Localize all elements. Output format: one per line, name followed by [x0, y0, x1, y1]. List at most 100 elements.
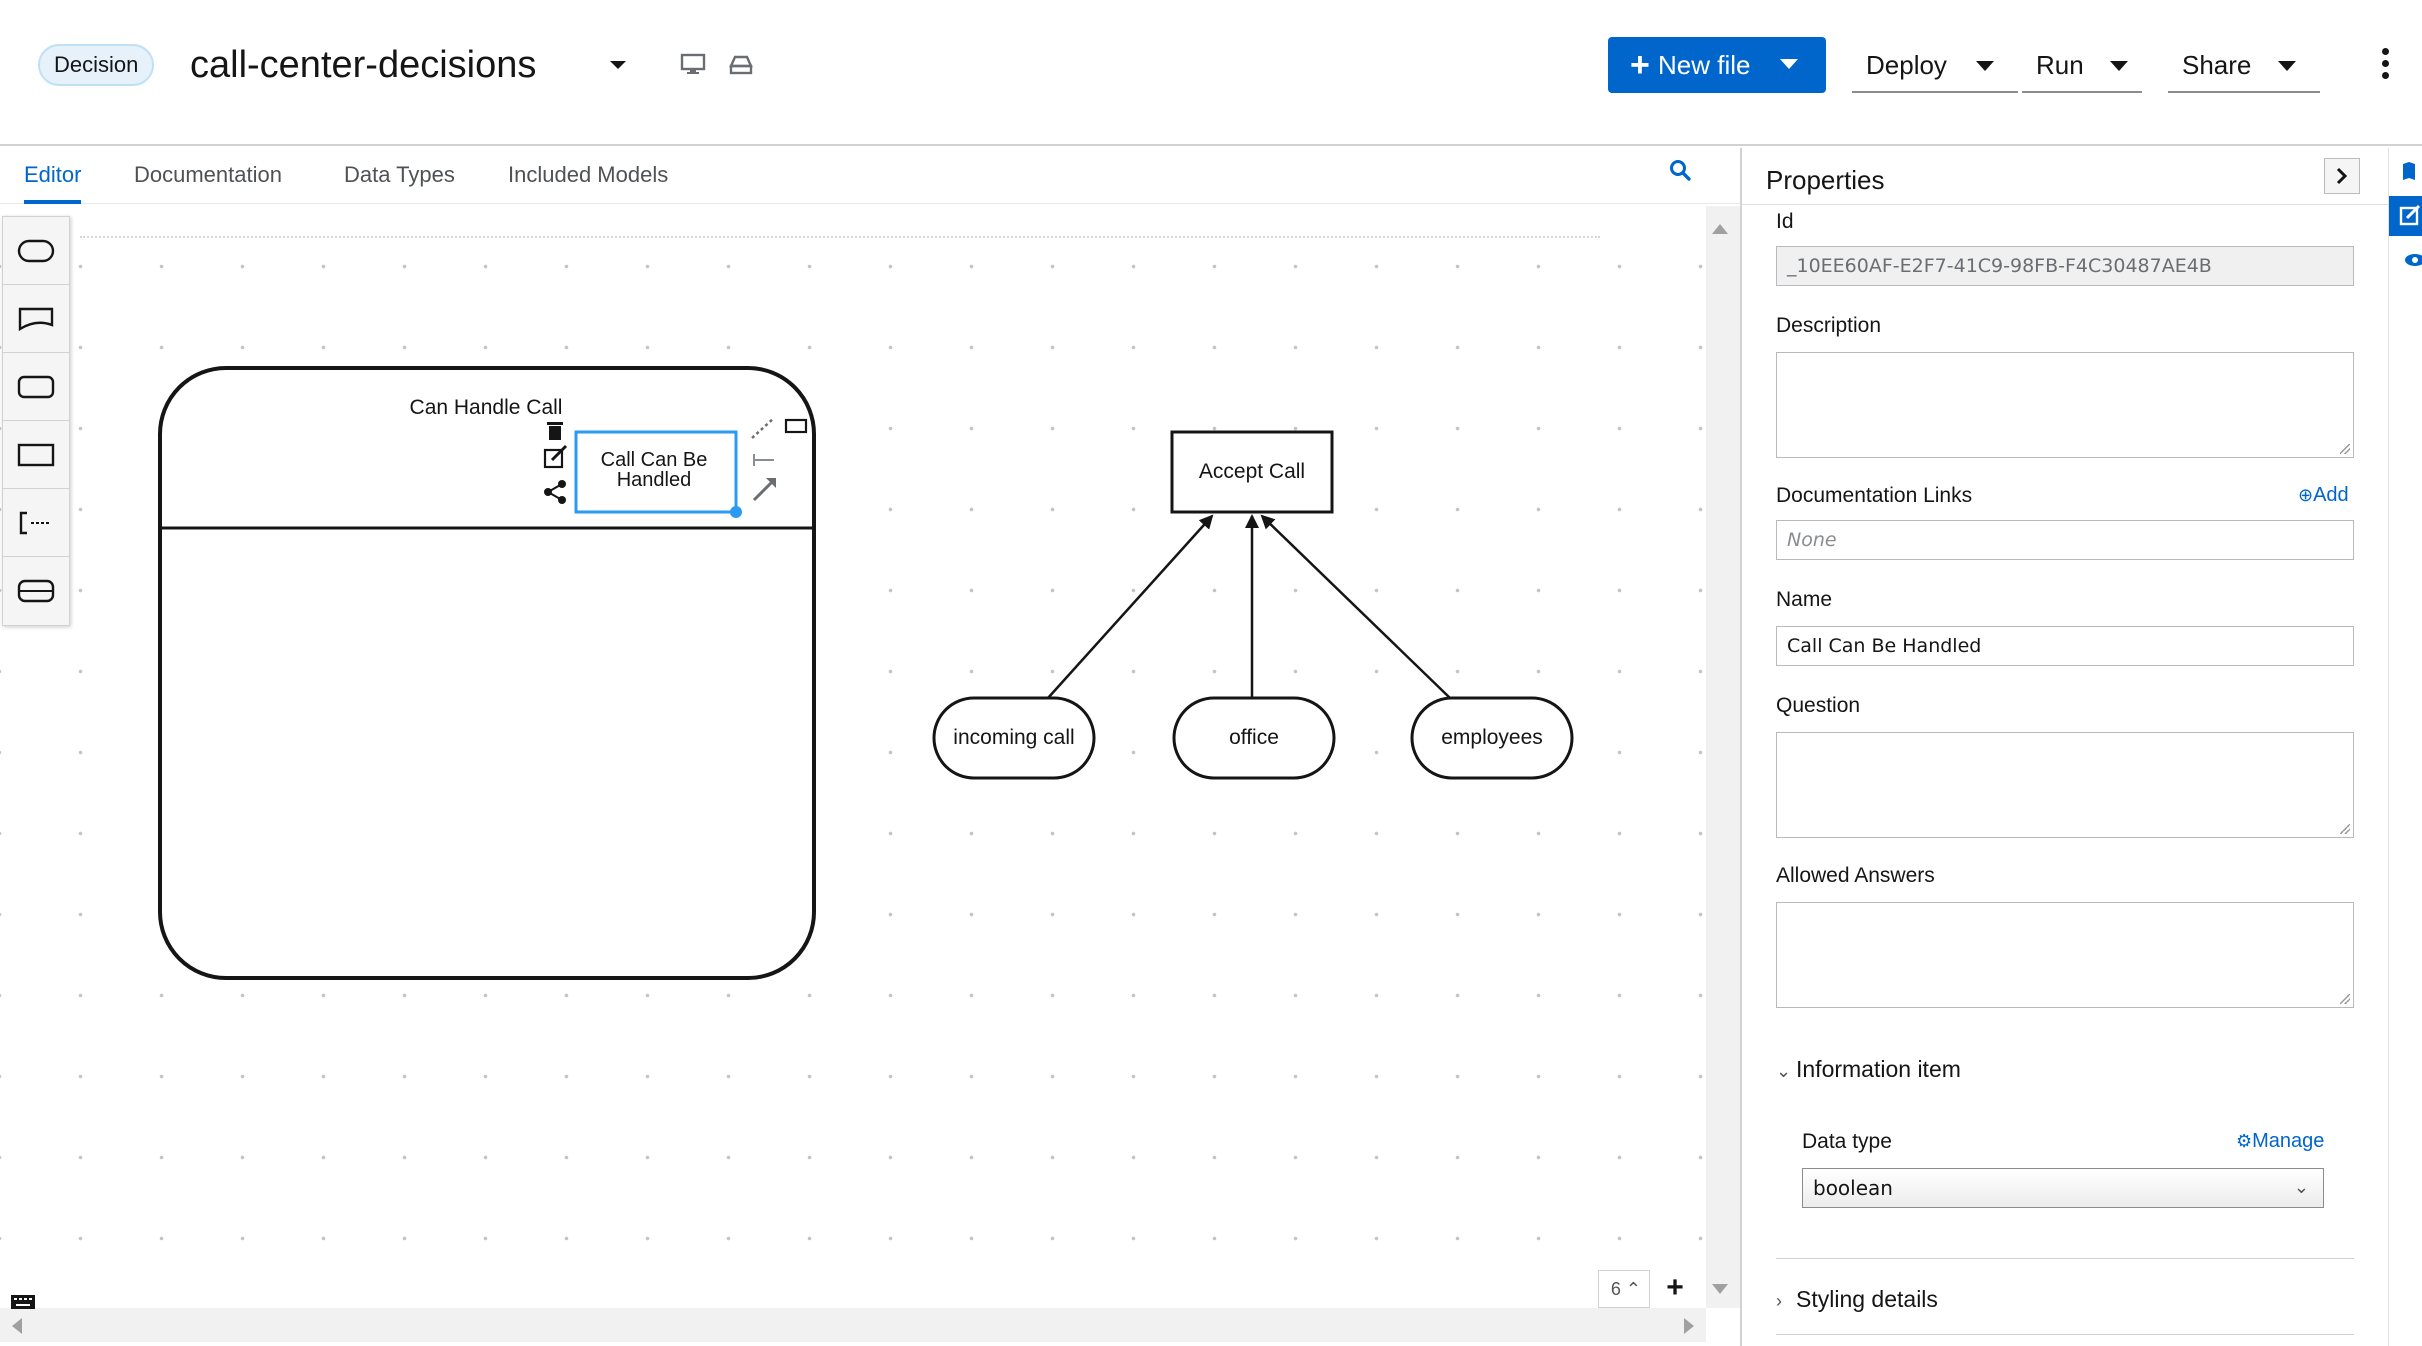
right-side-rail: [2388, 148, 2422, 1346]
share-button[interactable]: Share: [2168, 37, 2320, 93]
run-label: Run: [2036, 50, 2084, 80]
palette-knowledge-source[interactable]: [3, 285, 69, 353]
accept-call-label: Accept Call: [1199, 460, 1305, 483]
bkm-shape-icon: [17, 375, 55, 399]
name-field[interactable]: Call Can Be Handled: [1776, 626, 2354, 666]
search-icon[interactable]: [1668, 158, 1692, 182]
kebab-menu-icon[interactable]: [2380, 48, 2390, 82]
documentation-links-label: Documentation Links: [1776, 484, 1973, 507]
tab-data-types[interactable]: Data Types: [344, 162, 455, 204]
chevron-down-icon: [2278, 61, 2296, 71]
map-icon: [2403, 162, 2415, 180]
palette-decision[interactable]: [3, 421, 69, 489]
new-file-button[interactable]: + New file: [1608, 37, 1826, 93]
edit-icon: [2399, 204, 2421, 226]
share-label: Share: [2182, 50, 2252, 80]
decision-service-shape-icon: [17, 579, 55, 603]
information-item-section-toggle[interactable]: ⌄ Information item: [1776, 1056, 1961, 1083]
knowledge-source-shape-icon: [18, 307, 54, 332]
tab-included-models[interactable]: Included Models: [508, 162, 668, 204]
decision-shape-icon: [17, 443, 55, 467]
add-circle-icon: ⊕: [2298, 485, 2314, 505]
file-name-dropdown-icon[interactable]: [606, 55, 630, 75]
id-field[interactable]: _10EE60AF-E2F7-41C9-98FB-F4C30487AE4B: [1776, 246, 2354, 286]
scroll-left-icon[interactable]: [12, 1318, 22, 1334]
masthead: Decision call-center-decisions + New fil…: [0, 0, 2422, 146]
app-root: Decision call-center-decisions + New fil…: [0, 0, 2422, 1346]
palette-decision-service[interactable]: [3, 557, 69, 625]
add-documentation-link[interactable]: ⊕Add: [2298, 484, 2349, 507]
scroll-up-icon[interactable]: [1712, 224, 1728, 234]
chevron-down-icon: [2110, 61, 2128, 71]
id-label: Id: [1776, 210, 1794, 233]
palette-business-knowledge-model[interactable]: [3, 353, 69, 421]
section-divider: [1776, 1258, 2354, 1259]
collapse-panel-button[interactable]: [2324, 158, 2360, 194]
edge-employees[interactable]: [1260, 514, 1451, 699]
name-label: Name: [1776, 588, 1833, 611]
desktop-icon[interactable]: [680, 52, 706, 76]
new-file-label: New file: [1658, 50, 1751, 80]
description-textarea[interactable]: [1776, 352, 2354, 458]
styling-details-section-toggle[interactable]: › Styling details: [1776, 1286, 1938, 1313]
file-type-badge: Decision: [38, 44, 155, 86]
canvas-horizontal-scrollbar[interactable]: [0, 1308, 1706, 1342]
properties-panel: Properties Id _10EE60AF-E2F7-41C9-98FB-F…: [1740, 148, 2388, 1346]
chevron-down-icon: [1780, 59, 1798, 69]
properties-title: Properties: [1766, 165, 1885, 195]
input-data-shape-icon: [17, 239, 55, 263]
deploy-label: Deploy: [1866, 50, 1947, 80]
tab-editor[interactable]: Editor: [24, 162, 82, 204]
question-label: Question: [1776, 694, 1861, 717]
information-item-label: Information item: [1796, 1056, 1961, 1082]
rail-properties-button[interactable]: [2389, 196, 2422, 236]
input-label-office: office: [1229, 726, 1279, 749]
dmn-diagram: Can Handle Call Call Can Be Handled Acce…: [158, 366, 1574, 980]
run-button[interactable]: Run: [2022, 37, 2142, 93]
data-type-value: boolean: [1813, 1176, 1893, 1200]
data-type-select[interactable]: boolean ⌄: [1802, 1168, 2324, 1208]
input-label-employees: employees: [1441, 726, 1543, 749]
editor-tabs: Editor Documentation Data Types Included…: [0, 148, 1740, 204]
trash-icon[interactable]: [547, 422, 563, 440]
canvas-vertical-scrollbar[interactable]: [1706, 206, 1740, 1308]
allowed-answers-textarea[interactable]: [1776, 902, 2354, 1008]
storage-icon[interactable]: [728, 52, 754, 76]
chevron-right-icon: [2336, 167, 2348, 185]
palette-input-data[interactable]: [3, 217, 69, 285]
chevron-down-icon: ⌄: [1776, 1061, 1792, 1081]
gear-icon: ⚙: [2236, 1131, 2253, 1151]
section-divider: [1776, 1334, 2354, 1335]
manage-label: Manage: [2252, 1130, 2325, 1152]
scroll-down-icon[interactable]: [1712, 1284, 1728, 1294]
manage-data-types-link[interactable]: ⚙Manage: [2236, 1130, 2324, 1153]
input-label-incoming-call: incoming call: [953, 726, 1074, 749]
chevron-right-icon: ›: [1776, 1291, 1782, 1311]
chevron-down-icon: ⌄: [2293, 1177, 2309, 1198]
edge-incoming-call[interactable]: [1047, 514, 1214, 699]
zoom-in-button[interactable]: +: [1656, 1270, 1694, 1308]
question-textarea[interactable]: [1776, 732, 2354, 838]
keyboard-icon[interactable]: [10, 1294, 36, 1310]
tab-documentation[interactable]: Documentation: [134, 162, 282, 204]
rail-map-button[interactable]: [2389, 152, 2422, 192]
shape-palette: [2, 216, 70, 626]
deploy-button[interactable]: Deploy: [1852, 37, 2018, 93]
data-type-label: Data type: [1802, 1130, 1892, 1153]
scroll-right-icon[interactable]: [1684, 1318, 1694, 1334]
text-annotation-shape-icon: [19, 511, 51, 535]
zoom-level-value: 6: [1610, 1279, 1621, 1299]
add-link-label: Add: [2313, 484, 2349, 506]
documentation-links-field[interactable]: None: [1776, 520, 2354, 560]
zoom-level-dropdown[interactable]: 6 ⌃: [1598, 1270, 1650, 1308]
plus-icon: +: [1630, 46, 1650, 84]
file-name-title[interactable]: call-center-decisions: [190, 40, 536, 90]
panel-divider: [1742, 204, 2388, 205]
allowed-answers-label: Allowed Answers: [1776, 864, 1935, 887]
decision-service-label: Can Handle Call: [410, 396, 563, 419]
palette-text-annotation[interactable]: [3, 489, 69, 557]
styling-details-label: Styling details: [1796, 1286, 1938, 1312]
rail-preview-button[interactable]: [2389, 240, 2422, 280]
chevron-up-icon: ⌃: [1625, 1279, 1641, 1299]
chevron-down-icon: [1976, 61, 1994, 71]
